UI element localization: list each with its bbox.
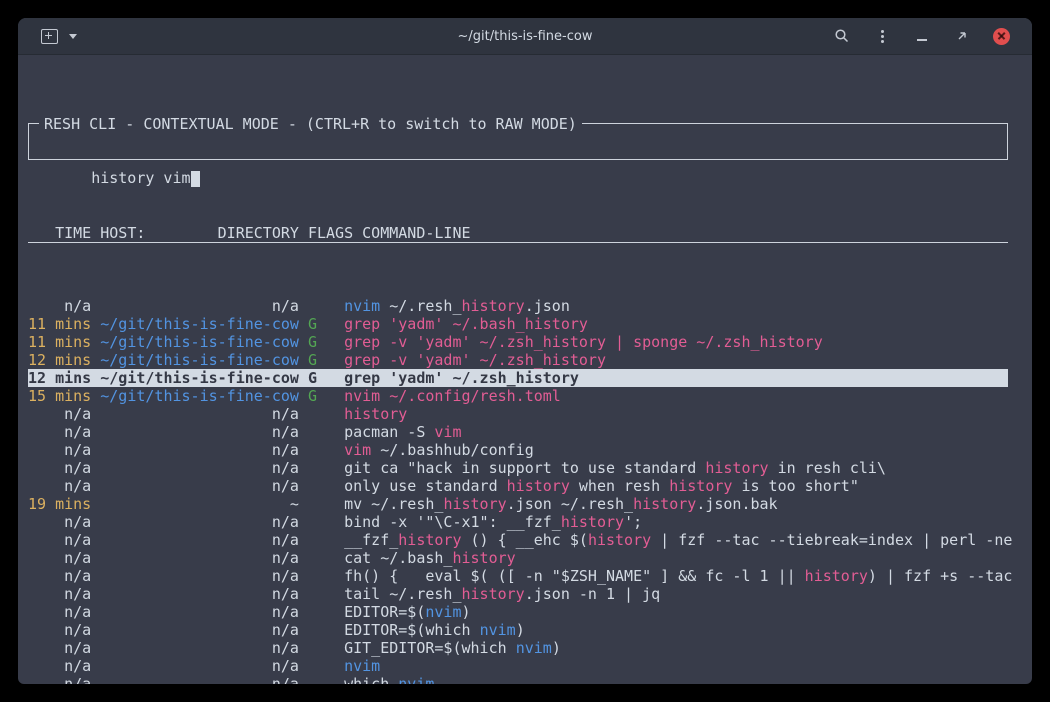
history-row[interactable]: 11 mins ~/git/this-is-fine-cow G grep 'y…: [28, 315, 1008, 333]
history-row[interactable]: 15 mins ~/git/this-is-fine-cow G nvim ~/…: [28, 387, 1008, 405]
menu-kebab-icon: [881, 30, 884, 43]
history-row[interactable]: n/a n/a GIT_EDITOR=$(which nvim): [28, 639, 1008, 657]
history-row[interactable]: n/a n/a vim ~/.bashhub/config: [28, 441, 1008, 459]
history-row[interactable]: n/a n/a git ca "hack in support to use s…: [28, 459, 1008, 477]
history-row[interactable]: n/a n/a fh() { eval $( ([ -n "$ZSH_NAME"…: [28, 567, 1008, 585]
history-row[interactable]: n/a n/a __fzf_history () { __ehc $(histo…: [28, 531, 1008, 549]
terminal-window: ~/git/this-is-fine-cow: [18, 18, 1032, 684]
minimize-button[interactable]: [913, 27, 931, 45]
restore-icon: [955, 29, 969, 43]
history-row[interactable]: n/a n/a EDITOR=$(which nvim): [28, 621, 1008, 639]
history-row[interactable]: 12 mins ~/git/this-is-fine-cow G grep 'y…: [28, 369, 1008, 387]
titlebar[interactable]: ~/git/this-is-fine-cow: [18, 18, 1032, 55]
search-query-text: history vim: [91, 169, 190, 187]
restore-button[interactable]: [953, 27, 971, 45]
history-row[interactable]: 12 mins ~/git/this-is-fine-cow G grep -v…: [28, 351, 1008, 369]
history-row[interactable]: n/a n/a nvim: [28, 657, 1008, 675]
history-row[interactable]: n/a n/a nvim ~/.resh_history.json: [28, 297, 1008, 315]
new-terminal-icon: [41, 29, 58, 44]
chevron-down-icon: [69, 34, 77, 39]
terminal-screen: RESH CLI - CONTEXTUAL MODE - (CTRL+R to …: [18, 55, 1032, 684]
history-row[interactable]: n/a n/a only use standard history when r…: [28, 477, 1008, 495]
history-row[interactable]: 11 mins ~/git/this-is-fine-cow G grep -v…: [28, 333, 1008, 351]
close-button[interactable]: [993, 28, 1010, 45]
search-input[interactable]: history vim: [91, 169, 199, 187]
menu-button[interactable]: [873, 27, 891, 45]
history-row[interactable]: n/a n/a EDITOR=$(nvim): [28, 603, 1008, 621]
new-terminal-button[interactable]: [40, 27, 58, 45]
history-row[interactable]: n/a n/a which nvim: [28, 675, 1008, 684]
history-table-header: TIME HOST: DIRECTORY FLAGS COMMAND-LINE: [28, 224, 1008, 243]
desktop: { "colors": { "terminal_bg": "#383c4a", …: [0, 0, 1050, 702]
search-button[interactable]: [833, 27, 851, 45]
history-row[interactable]: n/a n/a bind -x '"\C-x1": __fzf_history'…: [28, 513, 1008, 531]
history-row[interactable]: n/a n/a history: [28, 405, 1008, 423]
history-row[interactable]: 19 mins ~ mv ~/.resh_history.json ~/.res…: [28, 495, 1008, 513]
history-row[interactable]: n/a n/a pacman -S vim: [28, 423, 1008, 441]
history-row[interactable]: n/a n/a tail ~/.resh_history.json -n 1 |…: [28, 585, 1008, 603]
resh-mode-title: RESH CLI - CONTEXTUAL MODE - (CTRL+R to …: [39, 115, 582, 133]
history-row[interactable]: n/a n/a cat ~/.bash_history: [28, 549, 1008, 567]
text-cursor: [191, 171, 200, 187]
search-icon: [834, 28, 850, 44]
resh-search-box[interactable]: RESH CLI - CONTEXTUAL MODE - (CTRL+R to …: [28, 123, 1008, 160]
minimize-icon: [917, 39, 927, 41]
history-list: n/a n/a nvim ~/.resh_history.json11 mins…: [28, 297, 1008, 684]
terminal-dropdown-button[interactable]: [64, 27, 82, 45]
